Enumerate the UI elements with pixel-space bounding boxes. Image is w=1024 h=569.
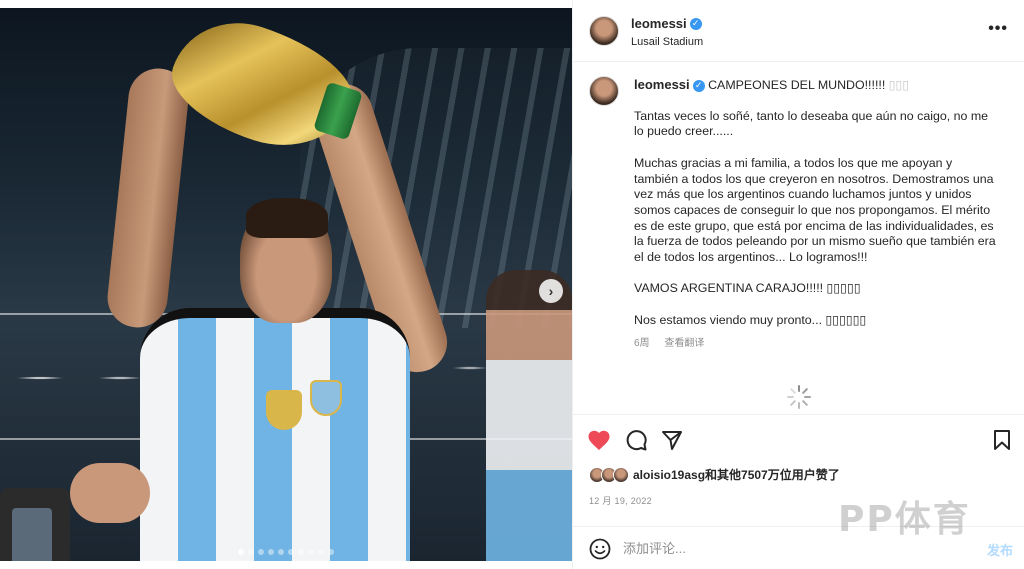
- heart-icon[interactable]: [587, 429, 611, 451]
- post-date: 12 月 19, 2022: [589, 496, 652, 506]
- caption-paragraph: Tantas veces lo soñé, tanto lo deseaba q…: [634, 108, 989, 139]
- header-username[interactable]: leomessi: [631, 16, 687, 31]
- caption-avatar[interactable]: [589, 76, 619, 106]
- send-icon[interactable]: [661, 429, 683, 451]
- caption-username[interactable]: leomessi: [634, 77, 690, 92]
- likes-text[interactable]: aloisio19asg和其他7507万位用户赞了: [633, 466, 840, 483]
- more-options-icon[interactable]: •••: [988, 20, 1008, 38]
- player-hair: [246, 198, 328, 238]
- carousel-dot: [288, 549, 294, 555]
- carousel-dot: [318, 549, 324, 555]
- fan-hand: [70, 463, 150, 523]
- carousel-dots: [238, 549, 334, 555]
- caption-title-emoji: ▯▯▯: [888, 78, 910, 92]
- fan-phone-screen: [12, 508, 52, 561]
- verified-badge-icon: ✓: [689, 17, 702, 30]
- comment-icon[interactable]: [625, 429, 647, 451]
- watermark-logo: PP体育: [838, 499, 971, 540]
- post-comment-button[interactable]: 发布: [987, 540, 1013, 559]
- teammate-figure: [486, 270, 572, 561]
- carousel-next-button[interactable]: ›: [539, 279, 563, 303]
- carousel-dot: [238, 549, 244, 555]
- caption-meta: 6周 查看翻译: [634, 336, 998, 352]
- liker-avatar: [613, 466, 629, 483]
- carousel-dot: [328, 549, 334, 555]
- emoji-icon[interactable]: [589, 538, 611, 560]
- likes-row[interactable]: aloisio19asg和其他7507万位用户赞了: [589, 466, 840, 483]
- caption-paragraph: Muchas gracias a mi familia, a todos los…: [634, 155, 996, 265]
- jersey-crest: [310, 380, 342, 416]
- caption-paragraph: VAMOS ARGENTINA CARAJO!!!!! ▯▯▯▯▯: [634, 281, 861, 296]
- player-jersey: [140, 308, 410, 561]
- verified-badge-icon: ✓: [692, 79, 705, 92]
- post-header: leomessi ✓ Lusail Stadium •••: [573, 0, 1024, 62]
- caption: leomessi ✓ CAMPEONES DEL MUNDO!!!!!! ▯▯▯ …: [634, 77, 998, 352]
- carousel-dot: [268, 549, 274, 555]
- chevron-right-icon: ›: [548, 283, 554, 299]
- post-age: 6周: [634, 338, 650, 350]
- location-link[interactable]: Lusail Stadium: [631, 36, 703, 48]
- caption-paragraph: Nos estamos viendo muy pronto... ▯▯▯▯▯▯: [634, 312, 867, 327]
- player-left-arm: [104, 65, 192, 331]
- caption-title: CAMPEONES DEL MUNDO!!!!!!: [708, 78, 889, 92]
- carousel-dot: [298, 549, 304, 555]
- header-user-block: leomessi ✓ Lusail Stadium: [631, 15, 703, 48]
- carousel-dot: [258, 549, 264, 555]
- carousel-dot: [278, 549, 284, 555]
- spinner-icon: [787, 385, 811, 409]
- carousel-dot: [248, 549, 254, 555]
- bookmark-icon[interactable]: [993, 429, 1011, 451]
- translate-link[interactable]: 查看翻译: [664, 338, 704, 349]
- post-photo[interactable]: ›: [0, 8, 572, 561]
- action-bar: [573, 414, 1024, 464]
- jersey-badge: [266, 390, 302, 430]
- caption-area: leomessi ✓ CAMPEONES DEL MUNDO!!!!!! ▯▯▯ …: [573, 62, 1024, 414]
- avatar[interactable]: [589, 16, 619, 46]
- carousel-dot: [308, 549, 314, 555]
- post-sidebar: leomessi ✓ Lusail Stadium ••• leomessi ✓ C…: [572, 0, 1024, 569]
